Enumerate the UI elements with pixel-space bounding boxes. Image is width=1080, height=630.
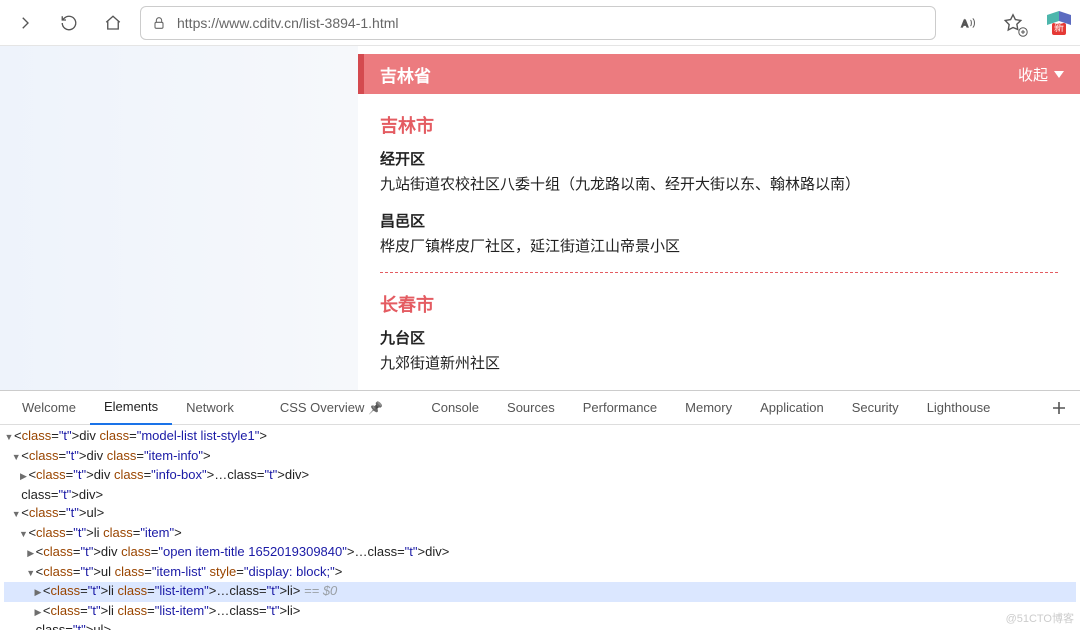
extension-badge-text: 新 <box>1052 23 1066 35</box>
read-aloud-icon[interactable]: A <box>952 6 986 40</box>
province-header[interactable]: 吉林省 收起 <box>358 54 1080 94</box>
dom-node[interactable]: class="t">div> <box>4 486 1076 505</box>
watermark: @51CTO博客 <box>1006 610 1074 626</box>
district-detail: 九站街道农校社区八委十组（九龙路以南、经开大街以东、翰林路以南） <box>380 173 1058 194</box>
dom-node[interactable]: <class="t">div class="model-list list-st… <box>4 427 1076 447</box>
devtools-dom-tree[interactable]: <class="t">div class="model-list list-st… <box>0 425 1080 630</box>
url-text: https://www.cditv.cn/list-3894-1.html <box>177 15 398 31</box>
city-heading: 吉林市 <box>380 112 1058 138</box>
district-heading: 昌邑区 <box>380 210 1058 231</box>
devtools-tab-application[interactable]: Application <box>746 391 838 425</box>
devtools-tab-network[interactable]: Network <box>172 391 248 425</box>
devtools-tab-css-overview[interactable]: CSS Overview 📌 <box>266 391 397 425</box>
refresh-button[interactable] <box>52 6 86 40</box>
collapse-button[interactable]: 收起 <box>1018 64 1064 85</box>
favorites-button[interactable] <box>998 9 1028 37</box>
page-left-column <box>0 46 358 390</box>
lock-icon <box>151 15 167 31</box>
page-content: 吉林省 收起 吉林市经开区九站街道农校社区八委十组（九龙路以南、经开大街以东、翰… <box>358 46 1080 390</box>
district-heading: 九台区 <box>380 327 1058 348</box>
devtools-tab-memory[interactable]: Memory <box>671 391 746 425</box>
toolbar-right: A 新 <box>946 6 1072 40</box>
browser-toolbar: https://www.cditv.cn/list-3894-1.html A … <box>0 0 1080 46</box>
dom-node[interactable]: <class="t">div class="info-box">…class="… <box>4 466 1076 486</box>
district-heading: 经开区 <box>380 148 1058 169</box>
devtools-tabbar: WelcomeElementsNetwork CSS Overview 📌 Cons… <box>0 391 1080 425</box>
dom-node[interactable]: <class="t">ul class="item-list" style="d… <box>4 563 1076 583</box>
devtools-tab-console[interactable]: Console <box>417 391 493 425</box>
extension-badge[interactable]: 新 <box>1040 11 1066 35</box>
collapse-label: 收起 <box>1018 64 1048 85</box>
dom-node[interactable]: class="t">ul> <box>4 621 1076 630</box>
dom-node[interactable]: <class="t">li class="list-item">…class="… <box>4 582 1076 602</box>
devtools-tab-sources[interactable]: Sources <box>493 391 569 425</box>
province-body: 吉林市经开区九站街道农校社区八委十组（九龙路以南、经开大街以东、翰林路以南） 昌邑… <box>358 94 1080 399</box>
city-heading: 长春市 <box>380 291 1058 317</box>
district-detail: 九郊街道新州社区 <box>380 352 1058 373</box>
home-button[interactable] <box>96 6 130 40</box>
dom-node[interactable]: <class="t">li class="list-item">…class="… <box>4 602 1076 622</box>
dom-node[interactable]: <class="t">div class="open item-title 16… <box>4 543 1076 563</box>
dom-node[interactable]: <class="t">li class="item"> <box>4 524 1076 544</box>
dom-node[interactable]: <class="t">ul> <box>4 504 1076 524</box>
chevron-down-icon <box>1054 71 1064 78</box>
viewport: 吉林省 收起 吉林市经开区九站街道农校社区八委十组（九龙路以南、经开大街以东、翰… <box>0 46 1080 390</box>
devtools-tab-welcome[interactable]: Welcome <box>8 391 90 425</box>
devtools-tab-security[interactable]: Security <box>838 391 913 425</box>
new-tab-button[interactable] <box>1046 395 1072 421</box>
devtools-tab-elements[interactable]: Elements <box>90 391 172 425</box>
address-bar[interactable]: https://www.cditv.cn/list-3894-1.html <box>140 6 936 40</box>
forward-button[interactable] <box>8 6 42 40</box>
devtools-tab-performance[interactable]: Performance <box>569 391 671 425</box>
devtools-tab-lighthouse[interactable]: Lighthouse <box>913 391 1005 425</box>
svg-text:A: A <box>962 18 969 29</box>
dom-node[interactable]: <class="t">div class="item-info"> <box>4 447 1076 467</box>
province-name: 吉林省 <box>380 62 431 87</box>
pin-icon: 📌 <box>368 401 383 415</box>
district-detail: 桦皮厂镇桦皮厂社区，延江街道江山帝景小区 <box>380 235 1058 256</box>
separator <box>380 272 1058 273</box>
devtools-panel: WelcomeElementsNetwork CSS Overview 📌 Cons… <box>0 390 1080 630</box>
